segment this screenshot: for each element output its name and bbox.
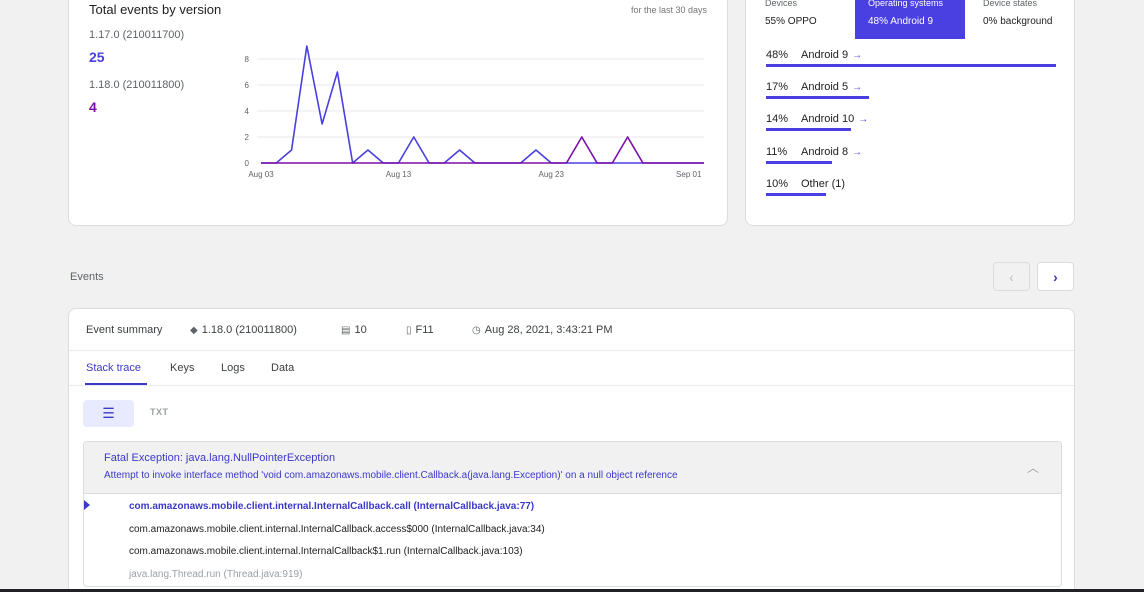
txt-view-toggle[interactable]: TXT [150,407,169,417]
tab-os-value: 48% Android 9 [868,16,934,27]
arrow-right-icon: → [852,147,863,158]
summary-version-text: 1.18.0 (210011800) [201,324,297,336]
arrow-right-icon: → [852,82,863,93]
tab-data[interactable]: Data [271,362,294,374]
os-row-bar [766,161,832,164]
tab-keys[interactable]: Keys [170,362,194,374]
chevron-up-icon[interactable]: ︿ [1027,459,1039,476]
list-view-toggle[interactable]: ☰ [83,400,134,427]
device-breakdown-card: Devices 55% OPPO Operating systems 48% A… [745,0,1075,226]
os-row[interactable]: 48% Android 9 → [766,49,1056,75]
event-summary-bar: Event summary ◆ 1.18.0 (210011800) ▤ 10 ▯ F… [69,309,1074,351]
active-tab-indicator [85,383,147,385]
event-tabs: Stack trace Keys Logs Data [69,351,1074,386]
os-row-bar [766,128,851,131]
version-2-name: 1.18.0 (210011800) [89,79,185,91]
stack-icon: ▤ [341,325,351,336]
tab-device-states[interactable]: Device states 0% background [965,0,1076,39]
series-line-2 [261,136,704,164]
exception-message: Attempt to invoke interface method 'void… [104,470,678,481]
os-row-percent: 14% [766,113,789,125]
tab-devices-label: Devices [765,0,798,8]
version-2-count: 4 [89,99,97,115]
version-1-name: 1.17.0 (210011700) [89,29,185,41]
os-row-name: Android 5 → [801,81,862,93]
summary-timestamp: ◷ Aug 28, 2021, 3:43:21 PM [472,324,613,336]
stack-frame: java.lang.Thread.run (Thread.java:919) [129,569,303,580]
os-row-name: Android 8 → [801,146,862,158]
stack-frame: com.amazonaws.mobile.client.internal.Int… [129,501,535,512]
previous-event-button[interactable]: ‹ [993,262,1030,291]
os-row-bar [766,193,826,196]
os-row-name: Android 10 → [801,113,868,125]
chevron-left-icon: ‹ [1009,268,1014,285]
events-heading: Events [70,271,104,283]
x-tick-label: Sep 01 [676,170,702,179]
stack-trace-panel: Fatal Exception: java.lang.NullPointerEx… [83,441,1062,587]
x-tick-label: Aug 23 [539,170,565,179]
os-row-bar [766,64,1056,67]
os-row-percent: 17% [766,81,789,93]
x-tick-label: Aug 13 [386,170,412,179]
arrow-right-icon: → [852,50,863,61]
summary-timestamp-text: Aug 28, 2021, 3:43:21 PM [484,324,613,336]
y-tick-label: 8 [245,55,250,64]
os-row-name-text: Android 9 [801,49,849,61]
arrow-right-icon: → [858,114,869,125]
os-row-name-text: Android 5 [801,81,849,93]
events-by-version-card: Total events by version for the last 30 … [68,0,728,226]
exception-header[interactable]: Fatal Exception: java.lang.NullPointerEx… [84,442,1061,494]
y-tick-label: 6 [245,81,250,90]
chart-range-label: for the last 30 days [630,5,707,15]
y-tick-label: 0 [245,159,250,168]
event-summary-title: Event summary [86,324,163,336]
stack-frame: com.amazonaws.mobile.client.internal.Int… [129,546,523,557]
os-row-name-text: Other (1) [801,178,846,190]
blame-marker-icon [84,500,90,510]
version-1-count: 25 [89,49,105,65]
tab-devices-value: 55% OPPO [765,16,817,27]
os-row-name-text: Android 10 [801,113,855,125]
stack-frame: com.amazonaws.mobile.client.internal.Int… [129,524,545,535]
summary-version: ◆ 1.18.0 (210011800) [190,324,297,336]
os-row-percent: 11% [766,146,788,158]
tab-devices[interactable]: Devices 55% OPPO [746,0,855,39]
tab-os-label: Operating systems [868,0,944,8]
summary-device: ▯ F11 [406,324,434,336]
os-row[interactable]: 10% Other (1) [766,178,1056,204]
event-detail-card: Event summary ◆ 1.18.0 (210011800) ▤ 10 ▯ F… [68,308,1075,592]
exception-title: Fatal Exception: java.lang.NullPointerEx… [104,452,336,464]
events-line-chart: 0 2 4 6 8 Aug 03 Aug 13 Aug 23 Sep 01 [245,45,704,179]
os-row[interactable]: 17% Android 5 → [766,81,1056,107]
summary-count: ▤ 10 [341,324,367,336]
os-row-name-text: Android 8 [801,146,849,158]
next-event-button[interactable]: › [1037,262,1074,291]
tab-device-states-label: Device states [983,0,1038,8]
tag-icon: ◆ [190,325,198,336]
tab-operating-systems[interactable]: Operating systems 48% Android 9 [855,0,965,39]
os-row-percent: 10% [766,178,789,190]
x-tick-label: Aug 03 [248,170,274,179]
y-tick-label: 2 [245,133,250,142]
tab-logs[interactable]: Logs [221,362,245,374]
list-icon: ☰ [102,405,115,421]
y-tick-label: 4 [245,107,250,116]
tab-device-states-value: 0% background [983,16,1053,27]
clock-icon: ◷ [472,325,481,336]
os-row[interactable]: 14% Android 10 → [766,113,1056,139]
os-row-bar [766,96,869,99]
chart-title: Total events by version [89,2,222,17]
chevron-right-icon: › [1053,268,1058,285]
tab-stack-trace[interactable]: Stack trace [86,362,141,374]
series-line-1 [261,45,704,164]
os-row-name: Android 9 → [801,49,862,61]
phone-icon: ▯ [406,325,412,336]
os-row[interactable]: 11% Android 8 → [766,146,1056,172]
os-row-name: Other (1) [801,178,849,190]
summary-count-text: 10 [354,324,367,336]
os-row-percent: 48% [766,49,789,61]
summary-device-text: F11 [415,324,434,336]
